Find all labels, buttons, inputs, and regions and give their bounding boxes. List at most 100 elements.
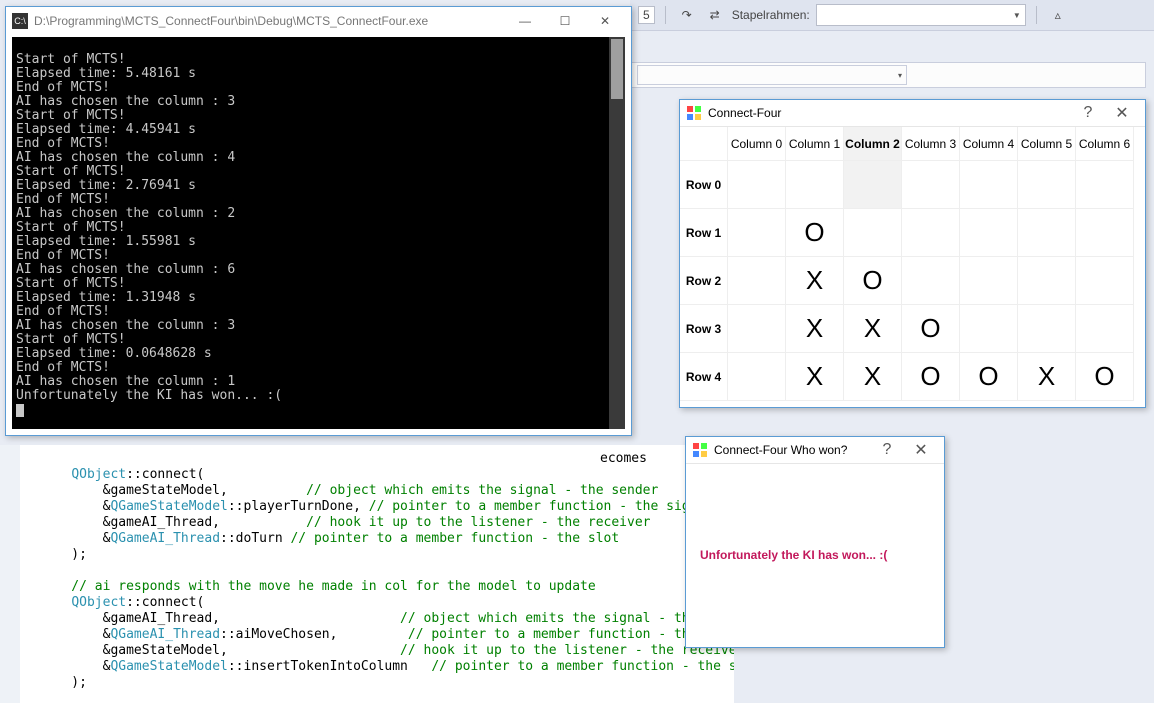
code-token: & xyxy=(40,627,110,642)
console-title: D:\Programming\MCTS_ConnectFour\bin\Debu… xyxy=(34,14,428,28)
step-over-icon[interactable]: ↷ xyxy=(676,4,698,26)
scope-dropdown[interactable]: ▾ xyxy=(637,65,907,85)
board-cell[interactable]: O xyxy=(844,257,902,305)
column-header[interactable]: Column 1 xyxy=(786,127,844,161)
board-cell[interactable]: O xyxy=(960,353,1018,401)
board-cell[interactable] xyxy=(1076,257,1134,305)
code-token: ::connect( xyxy=(126,467,204,482)
board-cell[interactable] xyxy=(960,209,1018,257)
code-token: QGameAI_Thread xyxy=(110,627,220,642)
board-cell[interactable]: O xyxy=(902,305,960,353)
column-header[interactable]: Column 3 xyxy=(902,127,960,161)
board-cell[interactable]: O xyxy=(786,209,844,257)
board-cell[interactable] xyxy=(1018,161,1076,209)
separator xyxy=(1036,6,1037,24)
code-fragment: ecomes xyxy=(600,451,647,467)
column-header[interactable]: Column 2 xyxy=(844,127,902,161)
code-token: QObject xyxy=(71,595,126,610)
code-comment: // object which emits the signal - the s… xyxy=(400,611,734,626)
board-cell[interactable]: X xyxy=(1018,353,1076,401)
code-token: ::aiMoveChosen, xyxy=(220,627,408,642)
board-cell[interactable]: X xyxy=(786,353,844,401)
board-cell[interactable] xyxy=(902,161,960,209)
code-comment: // pointer to a member function - the sl… xyxy=(431,659,734,674)
column-header[interactable]: Column 6 xyxy=(1076,127,1134,161)
code-token: ::playerTurnDone, xyxy=(228,499,369,514)
code-comment: // pointer to a member function - the sl… xyxy=(290,531,619,546)
board-cell[interactable] xyxy=(844,161,902,209)
who-won-window: Connect-Four Who won? ? ✕ Unfortunately … xyxy=(685,436,945,648)
close-button[interactable]: ✕ xyxy=(904,437,938,463)
board-cell[interactable] xyxy=(728,353,786,401)
row-header: Row 1 xyxy=(680,209,728,257)
board-corner xyxy=(680,127,728,161)
line-number-box: 5 xyxy=(638,6,655,24)
code-token: ::insertTokenIntoColumn xyxy=(228,659,432,674)
board-cell[interactable] xyxy=(902,209,960,257)
toolbar-extra-icon[interactable]: ▵ xyxy=(1047,4,1069,26)
board-cell[interactable]: O xyxy=(902,353,960,401)
board-cell[interactable] xyxy=(1076,209,1134,257)
minimize-button[interactable]: — xyxy=(505,7,545,35)
close-button[interactable]: ✕ xyxy=(1105,100,1139,126)
code-token: ::doTurn xyxy=(220,531,290,546)
console-body[interactable]: Start of MCTS! Elapsed time: 5.48161 s E… xyxy=(12,37,625,429)
board-cell[interactable] xyxy=(786,161,844,209)
board-cell[interactable] xyxy=(1076,305,1134,353)
msg-title: Connect-Four Who won? xyxy=(714,443,847,457)
code-token: ::connect( xyxy=(126,595,204,610)
board-titlebar[interactable]: Connect-Four ? ✕ xyxy=(680,100,1145,127)
stackframe-combo[interactable]: ▼ xyxy=(816,4,1026,26)
board-cell[interactable] xyxy=(960,305,1018,353)
code-token: QGameAI_Thread xyxy=(110,531,220,546)
column-header[interactable]: Column 0 xyxy=(728,127,786,161)
board-cell[interactable] xyxy=(728,161,786,209)
code-token: & xyxy=(40,659,110,674)
connect-four-window: Connect-Four ? ✕ Column 0Column 1Column … xyxy=(679,99,1146,408)
result-message: Unfortunately the KI has won... :( xyxy=(700,548,936,562)
console-scrollbar[interactable] xyxy=(609,37,625,429)
board-cell[interactable]: X xyxy=(844,353,902,401)
board-cell[interactable] xyxy=(1076,161,1134,209)
column-header[interactable]: Column 4 xyxy=(960,127,1018,161)
msg-body: Unfortunately the KI has won... :( xyxy=(686,464,944,570)
help-button[interactable]: ? xyxy=(870,437,904,463)
qt-app-icon xyxy=(692,442,708,458)
board-cell[interactable] xyxy=(960,161,1018,209)
board-cell[interactable] xyxy=(960,257,1018,305)
code-comment: // hook it up to the listener - the rece… xyxy=(306,515,650,530)
game-board[interactable]: Column 0Column 1Column 2Column 3Column 4… xyxy=(680,127,1145,401)
board-cell[interactable] xyxy=(1018,209,1076,257)
code-editor[interactable]: ecomes QObject::connect( &gameStateModel… xyxy=(20,445,734,703)
board-cell[interactable] xyxy=(902,257,960,305)
board-cell[interactable] xyxy=(728,209,786,257)
msg-titlebar[interactable]: Connect-Four Who won? ? ✕ xyxy=(686,437,944,464)
console-titlebar[interactable]: C:\ D:\Programming\MCTS_ConnectFour\bin\… xyxy=(6,7,631,35)
code-token: & xyxy=(40,531,110,546)
scrollbar-thumb[interactable] xyxy=(611,39,623,99)
board-cell[interactable] xyxy=(1018,257,1076,305)
board-cell[interactable]: X xyxy=(786,257,844,305)
board-cell[interactable] xyxy=(728,257,786,305)
board-cell[interactable] xyxy=(844,209,902,257)
board-cell[interactable]: X xyxy=(786,305,844,353)
stackframe-label: Stapelrahmen: xyxy=(732,8,810,22)
board-cell[interactable] xyxy=(728,305,786,353)
code-comment: // pointer to a member function - the si… xyxy=(369,499,713,514)
row-header: Row 0 xyxy=(680,161,728,209)
code-token: ); xyxy=(40,547,87,562)
close-button[interactable]: ✕ xyxy=(585,7,625,35)
board-cell[interactable] xyxy=(1018,305,1076,353)
code-token: ); xyxy=(40,675,87,690)
maximize-button[interactable]: ☐ xyxy=(545,7,585,35)
board-cell[interactable]: X xyxy=(844,305,902,353)
board-cell[interactable]: O xyxy=(1076,353,1134,401)
debug-toolbar: 5 ↷ ⇄ Stapelrahmen: ▼ ▵ xyxy=(630,0,1154,31)
code-token: &gameStateModel, xyxy=(40,643,400,658)
row-header: Row 2 xyxy=(680,257,728,305)
column-header[interactable]: Column 5 xyxy=(1018,127,1076,161)
shuffle-icon[interactable]: ⇄ xyxy=(704,4,726,26)
help-button[interactable]: ? xyxy=(1071,100,1105,126)
separator xyxy=(665,6,666,24)
console-window: C:\ D:\Programming\MCTS_ConnectFour\bin\… xyxy=(5,6,632,436)
